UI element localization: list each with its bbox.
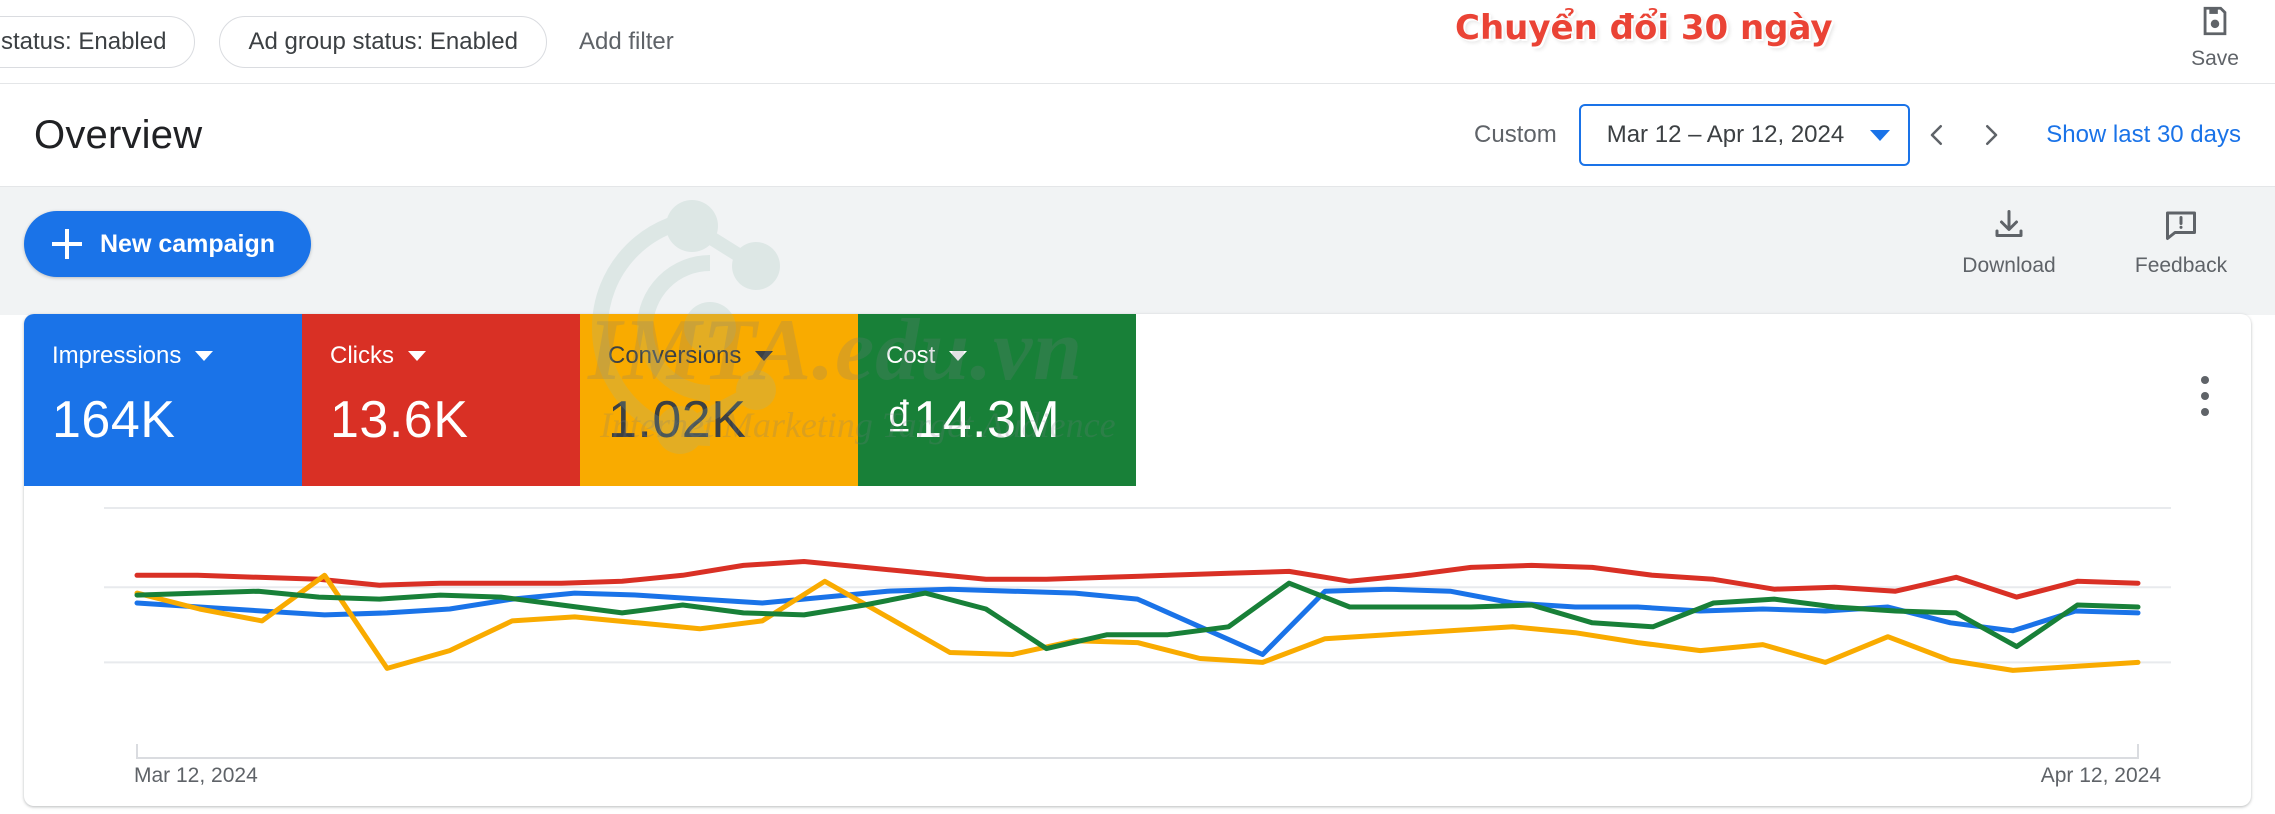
performance-card: Impressions 164K Clicks 13.6K Conversion… (24, 314, 2251, 806)
chart-x-start-label: Mar 12, 2024 (134, 764, 258, 787)
next-period-button[interactable] (1964, 108, 2018, 162)
chart-series-clicks (134, 559, 2141, 600)
chart-x-end-label: Apr 12, 2024 (2040, 764, 2161, 787)
chevron-down-icon (1870, 129, 1891, 141)
chevron-down-icon[interactable] (949, 351, 968, 361)
feedback-label: Feedback (2134, 254, 2228, 277)
metric-value: 1.02K (608, 391, 747, 449)
filter-chip-ad-group-status[interactable]: Ad group status: Enabled (219, 16, 547, 68)
download-label: Download (1962, 254, 2056, 277)
new-campaign-label: New campaign (100, 229, 276, 258)
chart-canvas (104, 507, 2171, 759)
metric-tile-impressions[interactable]: Impressions 164K (24, 314, 302, 486)
save-label: Save (2191, 47, 2239, 70)
feedback-icon (2163, 207, 2199, 248)
add-filter-button[interactable]: Add filter (579, 28, 674, 56)
chevron-down-icon[interactable] (755, 351, 774, 361)
action-strip: New campaign Download Feedback (0, 187, 2275, 315)
plus-icon (52, 229, 82, 259)
metric-name: Cost (886, 342, 936, 369)
chart-series-cost (134, 580, 2141, 652)
metric-name: Clicks (330, 342, 394, 369)
save-floppy-icon (2198, 4, 2232, 43)
chevron-down-icon[interactable] (195, 351, 214, 361)
metric-tile-cost[interactable]: Cost ₫14.3M (858, 314, 1136, 486)
more-vert-icon[interactable] (2185, 370, 2225, 422)
show-last-30-days-link[interactable]: Show last 30 days (2046, 121, 2241, 149)
date-range-select[interactable]: Mar 12 – Apr 12, 2024 (1578, 104, 1911, 166)
metric-name: Impressions (52, 342, 182, 369)
new-campaign-button[interactable]: New campaign (24, 211, 312, 277)
filter-chip-label: Ad group status: Enabled (248, 28, 518, 55)
filter-chip-label: status: Enabled (1, 28, 167, 55)
toolbar-actions: Download Feedback (1949, 207, 2241, 278)
performance-chart: Mar 12, 2024 Apr 12, 2024 (24, 486, 2251, 806)
filter-bar: status: Enabled Ad group status: Enabled… (0, 0, 2275, 84)
metric-value: 13.6K (330, 391, 469, 449)
overview-header: Overview Custom Mar 12 – Apr 12, 2024 Sh… (0, 84, 2275, 186)
chevron-right-icon (1976, 120, 2006, 150)
feedback-button[interactable]: Feedback (2121, 207, 2241, 278)
metric-tile-conversions[interactable]: Conversions 1.02K (580, 314, 858, 486)
google-ads-overview-screen: status: Enabled Ad group status: Enabled… (0, 0, 2275, 814)
download-button[interactable]: Download (1949, 207, 2069, 278)
annotation-text: Chuyển đổi 30 ngày (1455, 8, 1833, 48)
page-title: Overview (34, 112, 203, 157)
metric-value: 164K (52, 391, 176, 449)
chevron-down-icon[interactable] (408, 351, 426, 361)
custom-range-label: Custom (1474, 121, 1557, 148)
metric-name: Conversions (608, 342, 742, 369)
metric-value: ₫14.3M (886, 391, 1061, 449)
previous-period-button[interactable] (1910, 108, 1964, 162)
download-icon (1991, 207, 2027, 248)
date-range-value: Mar 12 – Apr 12, 2024 (1606, 121, 1845, 148)
save-button[interactable]: Save (2155, 4, 2275, 71)
metric-tile-clicks[interactable]: Clicks 13.6K (302, 314, 580, 486)
date-range-controls: Custom Mar 12 – Apr 12, 2024 Show last 3… (1474, 104, 2245, 166)
chevron-left-icon (1922, 120, 1952, 150)
metric-tiles: Impressions 164K Clicks 13.6K Conversion… (24, 314, 1136, 486)
filter-chip-campaign-status[interactable]: status: Enabled (0, 16, 196, 68)
